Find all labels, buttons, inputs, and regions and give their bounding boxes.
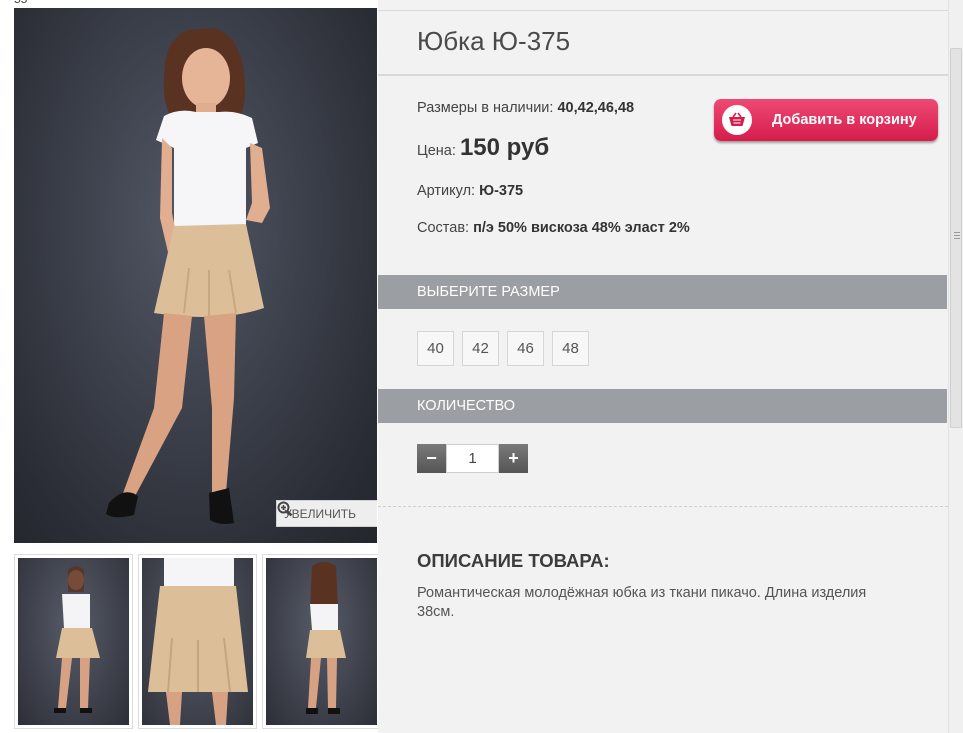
quantity-section-header: КОЛИЧЕСТВО [378,389,947,423]
composition-row: Состав: п/э 50% вискоза 48% эласт 2% [417,219,717,237]
thumbnail-skirt-detail[interactable] [138,554,257,729]
main-product-photo[interactable]: УВЕЛИЧИТЬ [14,8,377,543]
size-option-46[interactable]: 46 [507,331,544,366]
size-option-40[interactable]: 40 [417,331,454,366]
article-label: Артикул: [417,183,476,199]
article-value: Ю-375 [479,183,524,199]
thumbnail-strip [14,554,381,729]
quantity-stepper: − + [417,444,528,473]
page-scrollbar[interactable] [948,0,963,733]
scrollbar-thumb[interactable] [950,48,962,428]
price-value: 150 руб [459,134,550,161]
sizes-value: 40,42,46,48 [557,100,635,116]
basket-icon [722,105,752,135]
quantity-decrease-button[interactable]: − [417,444,446,473]
magnifier-plus-icon [277,501,293,517]
scrollbar-grip-icon [954,232,960,241]
thumbnail-back-image [306,562,346,714]
description-text: Романтическая молодёжная юбка из ткани п… [417,585,867,620]
thumbnail-skirt-image [148,558,248,725]
model-illustration [106,28,270,524]
quantity-input[interactable] [446,444,499,473]
divider [378,74,948,76]
quantity-increase-button[interactable]: + [499,444,528,473]
sizes-available: Размеры в наличии: 40,42,46,48 [417,100,634,116]
price-label: Цена: [417,143,456,159]
price-row: Цена: 150 руб [417,134,549,162]
divider [378,506,948,507]
description-title: ОПИСАНИЕ ТОВАРА: [417,550,610,571]
size-section-header: ВЫБЕРИТЕ РАЗМЕР [378,275,947,309]
add-to-cart-button[interactable]: Добавить в корзину [714,99,938,141]
size-option-48[interactable]: 48 [552,331,589,366]
product-info-panel: Юбка Ю-375 Размеры в наличии: 40,42,46,4… [378,0,948,733]
article-row: Артикул: Ю-375 [417,183,523,199]
divider [378,10,948,11]
size-option-42[interactable]: 42 [462,331,499,366]
add-to-cart-label: Добавить в корзину [772,112,917,128]
composition-value: п/э 50% вискоза 48% эласт 2% [473,220,690,236]
zoom-label: УВЕЛИЧИТЬ [284,506,356,521]
product-title: Юбка Ю-375 [417,26,571,56]
thumbnail-back[interactable] [262,554,381,729]
corner-text: 55 [14,0,27,6]
composition-label: Состав: [417,220,470,236]
thumbnail-front-image [54,566,100,713]
sizes-label: Размеры в наличии: [417,100,554,116]
zoom-button[interactable]: УВЕЛИЧИТЬ [276,500,377,527]
thumbnail-front[interactable] [14,554,133,729]
